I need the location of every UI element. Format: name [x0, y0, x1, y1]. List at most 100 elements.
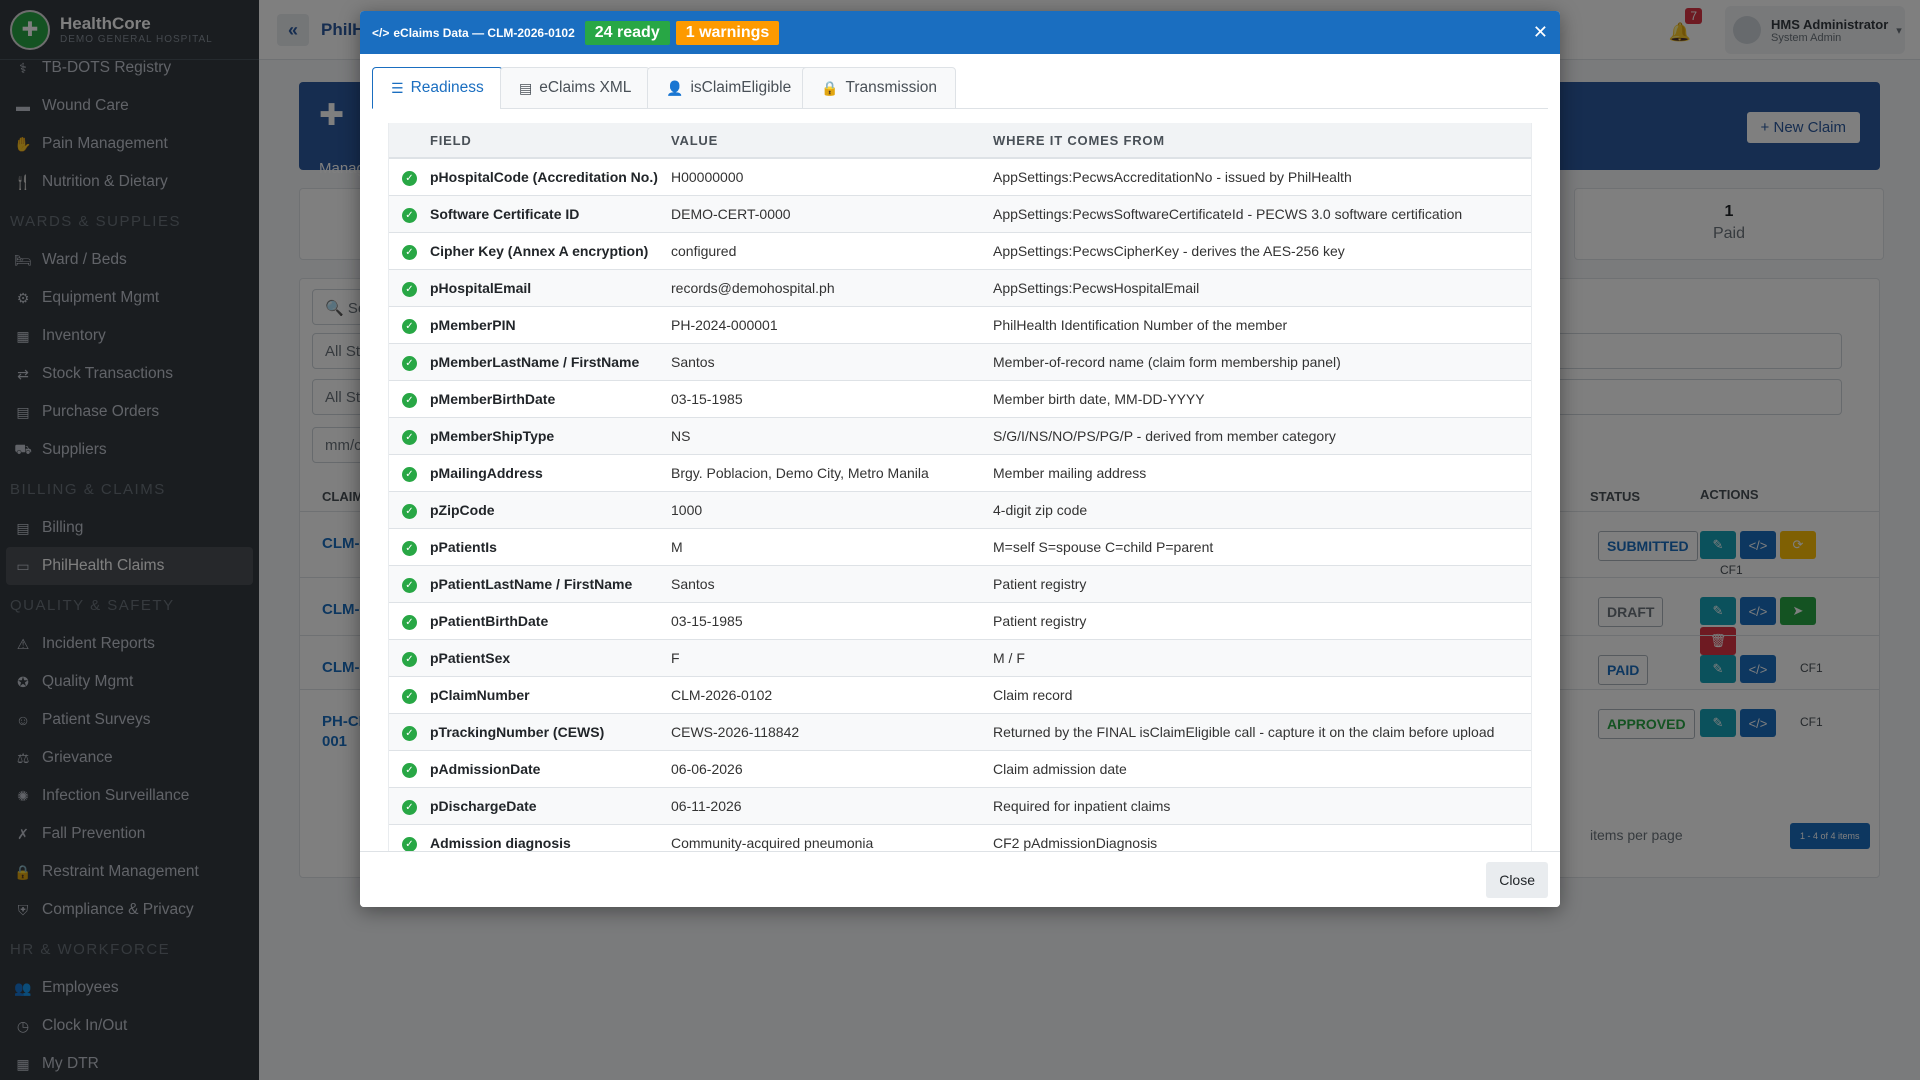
col-value: VALUE [671, 123, 993, 159]
field-value: configured [671, 232, 993, 270]
check-circle-icon: ✓ [402, 503, 417, 519]
tab-readiness[interactable]: ☰ Readiness [372, 67, 503, 109]
field-name: pMemberLastName / FirstName [430, 343, 671, 381]
field-source: Required for inpatient claims [993, 787, 1531, 825]
field-name: Admission diagnosis [430, 824, 671, 851]
status-cell: ✓ [389, 269, 430, 307]
modal-title-wrap: </> eClaims Data — CLM-2026-0102 [372, 26, 575, 40]
field-name: pMemberBirthDate [430, 380, 671, 418]
field-value: F [671, 639, 993, 677]
table-row: ✓ pPatientBirthDate 03-15-1985 Patient regi… [389, 602, 1531, 640]
status-cell: ✓ [389, 491, 430, 529]
field-value: H00000000 [671, 158, 993, 196]
list-check-icon: ☰ [391, 79, 404, 96]
code-icon: </> [372, 25, 390, 40]
field-name: pMemberShipType [430, 417, 671, 455]
readiness-table[interactable]: FIELD VALUE WHERE IT COMES FROM ✓ pHospit… [388, 123, 1532, 851]
field-source: Claim admission date [993, 750, 1531, 788]
table-row: ✓ pPatientIs M M=self S=spouse C=child P=pa… [389, 528, 1531, 566]
table-row: ✓ Cipher Key (Annex A encryption) configur… [389, 232, 1531, 270]
table-row: ✓ pMemberBirthDate 03-15-1985 Member birth … [389, 380, 1531, 418]
tab-isclaimeligible[interactable]: 👤 isClaimEligible [647, 67, 811, 109]
close-icon[interactable]: ✕ [1533, 22, 1548, 43]
table-row: ✓ Software Certificate ID DEMO-CERT-0000 Ap… [389, 195, 1531, 233]
field-source: Member-of-record name (claim form member… [993, 343, 1531, 381]
field-name: pTrackingNumber (CEWS) [430, 713, 671, 751]
close-button[interactable]: Close [1486, 862, 1548, 898]
eclaims-modal: </> eClaims Data — CLM-2026-0102 24 ready… [360, 11, 1560, 907]
status-cell: ✓ [389, 824, 430, 851]
check-circle-icon: ✓ [402, 318, 417, 334]
check-circle-icon: ✓ [402, 799, 417, 815]
field-source: Member mailing address [993, 454, 1531, 492]
field-source: PhilHealth Identification Number of the … [993, 306, 1531, 344]
table-row: ✓ pHospitalCode (Accreditation No.) H00000… [389, 158, 1531, 196]
field-value: 06-06-2026 [671, 750, 993, 788]
check-circle-icon: ✓ [402, 429, 417, 445]
field-name: pHospitalCode (Accreditation No.) [430, 158, 671, 196]
status-cell: ✓ [389, 417, 430, 455]
status-cell: ✓ [389, 528, 430, 566]
field-name: pMemberPIN [430, 306, 671, 344]
field-source: Claim record [993, 676, 1531, 714]
lock-icon: 🔒 [821, 79, 839, 96]
field-value: Community-acquired pneumonia [671, 824, 993, 851]
field-source: M / F [993, 639, 1531, 677]
status-cell: ✓ [389, 639, 430, 677]
user-check-icon: 👤 [666, 79, 684, 96]
status-cell: ✓ [389, 713, 430, 751]
table-row: ✓ pMailingAddress Brgy. Poblacion, Demo Ci… [389, 454, 1531, 492]
table-row: ✓ pZipCode 1000 4-digit zip code [389, 491, 1531, 529]
status-cell: ✓ [389, 602, 430, 640]
field-source: AppSettings:PecwsAccreditationNo - issue… [993, 158, 1531, 196]
tab-transmission[interactable]: 🔒 Transmission [802, 67, 957, 109]
table-row: ✓ pHospitalEmail records@demohospital.ph Ap… [389, 269, 1531, 307]
status-cell: ✓ [389, 232, 430, 270]
check-circle-icon: ✓ [402, 688, 417, 704]
check-circle-icon: ✓ [402, 281, 417, 297]
field-source: AppSettings:PecwsSoftwareCertificateId -… [993, 195, 1531, 233]
table-row: ✓ pAdmissionDate 06-06-2026 Claim admission… [389, 750, 1531, 788]
tab-label: Readiness [410, 79, 484, 96]
field-source: Patient registry [993, 565, 1531, 603]
check-circle-icon: ✓ [402, 614, 417, 630]
tab-eclaims-xml[interactable]: ▤ eClaims XML [500, 67, 651, 109]
modal-header: </> eClaims Data — CLM-2026-0102 24 ready… [360, 11, 1560, 54]
tab-label: Transmission [845, 79, 938, 96]
field-name: pPatientLastName / FirstName [430, 565, 671, 603]
field-source: M=self S=spouse C=child P=parent [993, 528, 1531, 566]
field-value: CEWS-2026-118842 [671, 713, 993, 751]
table-row: ✓ pPatientSex F M / F [389, 639, 1531, 677]
check-circle-icon: ✓ [402, 170, 417, 186]
status-cell: ✓ [389, 158, 430, 196]
tab-label: isClaimEligible [690, 79, 792, 96]
file-code-icon: ▤ [519, 79, 533, 96]
status-cell: ✓ [389, 750, 430, 788]
table-header-row: FIELD VALUE WHERE IT COMES FROM [389, 123, 1531, 159]
field-value: NS [671, 417, 993, 455]
table-row: ✓ Admission diagnosis Community-acquired p… [389, 824, 1531, 851]
field-value: Santos [671, 343, 993, 381]
status-cell: ✓ [389, 565, 430, 603]
field-name: Software Certificate ID [430, 195, 671, 233]
modal-tabs: ☰ Readiness ▤ eClaims XML 👤 isClaimEligible 🔒 T… [372, 67, 1548, 109]
field-source: Returned by the FINAL isClaimEligible ca… [993, 713, 1531, 751]
field-name: pPatientSex [430, 639, 671, 677]
check-circle-icon: ✓ [402, 540, 417, 556]
status-cell: ✓ [389, 787, 430, 825]
field-source: Patient registry [993, 602, 1531, 640]
field-name: pDischargeDate [430, 787, 671, 825]
table-row: ✓ pMemberLastName / FirstName Santos Member… [389, 343, 1531, 381]
field-value: PH-2024-000001 [671, 306, 993, 344]
status-cell: ✓ [389, 195, 430, 233]
table-row: ✓ pDischargeDate 06-11-2026 Required for in… [389, 787, 1531, 825]
field-source: CF2 pAdmissionDiagnosis [993, 824, 1531, 851]
table-row: ✓ pPatientLastName / FirstName Santos Patie… [389, 565, 1531, 603]
check-circle-icon: ✓ [402, 244, 417, 260]
field-value: 06-11-2026 [671, 787, 993, 825]
check-circle-icon: ✓ [402, 466, 417, 482]
check-circle-icon: ✓ [402, 725, 417, 741]
check-circle-icon: ✓ [402, 762, 417, 778]
field-name: pPatientIs [430, 528, 671, 566]
field-name: pZipCode [430, 491, 671, 529]
